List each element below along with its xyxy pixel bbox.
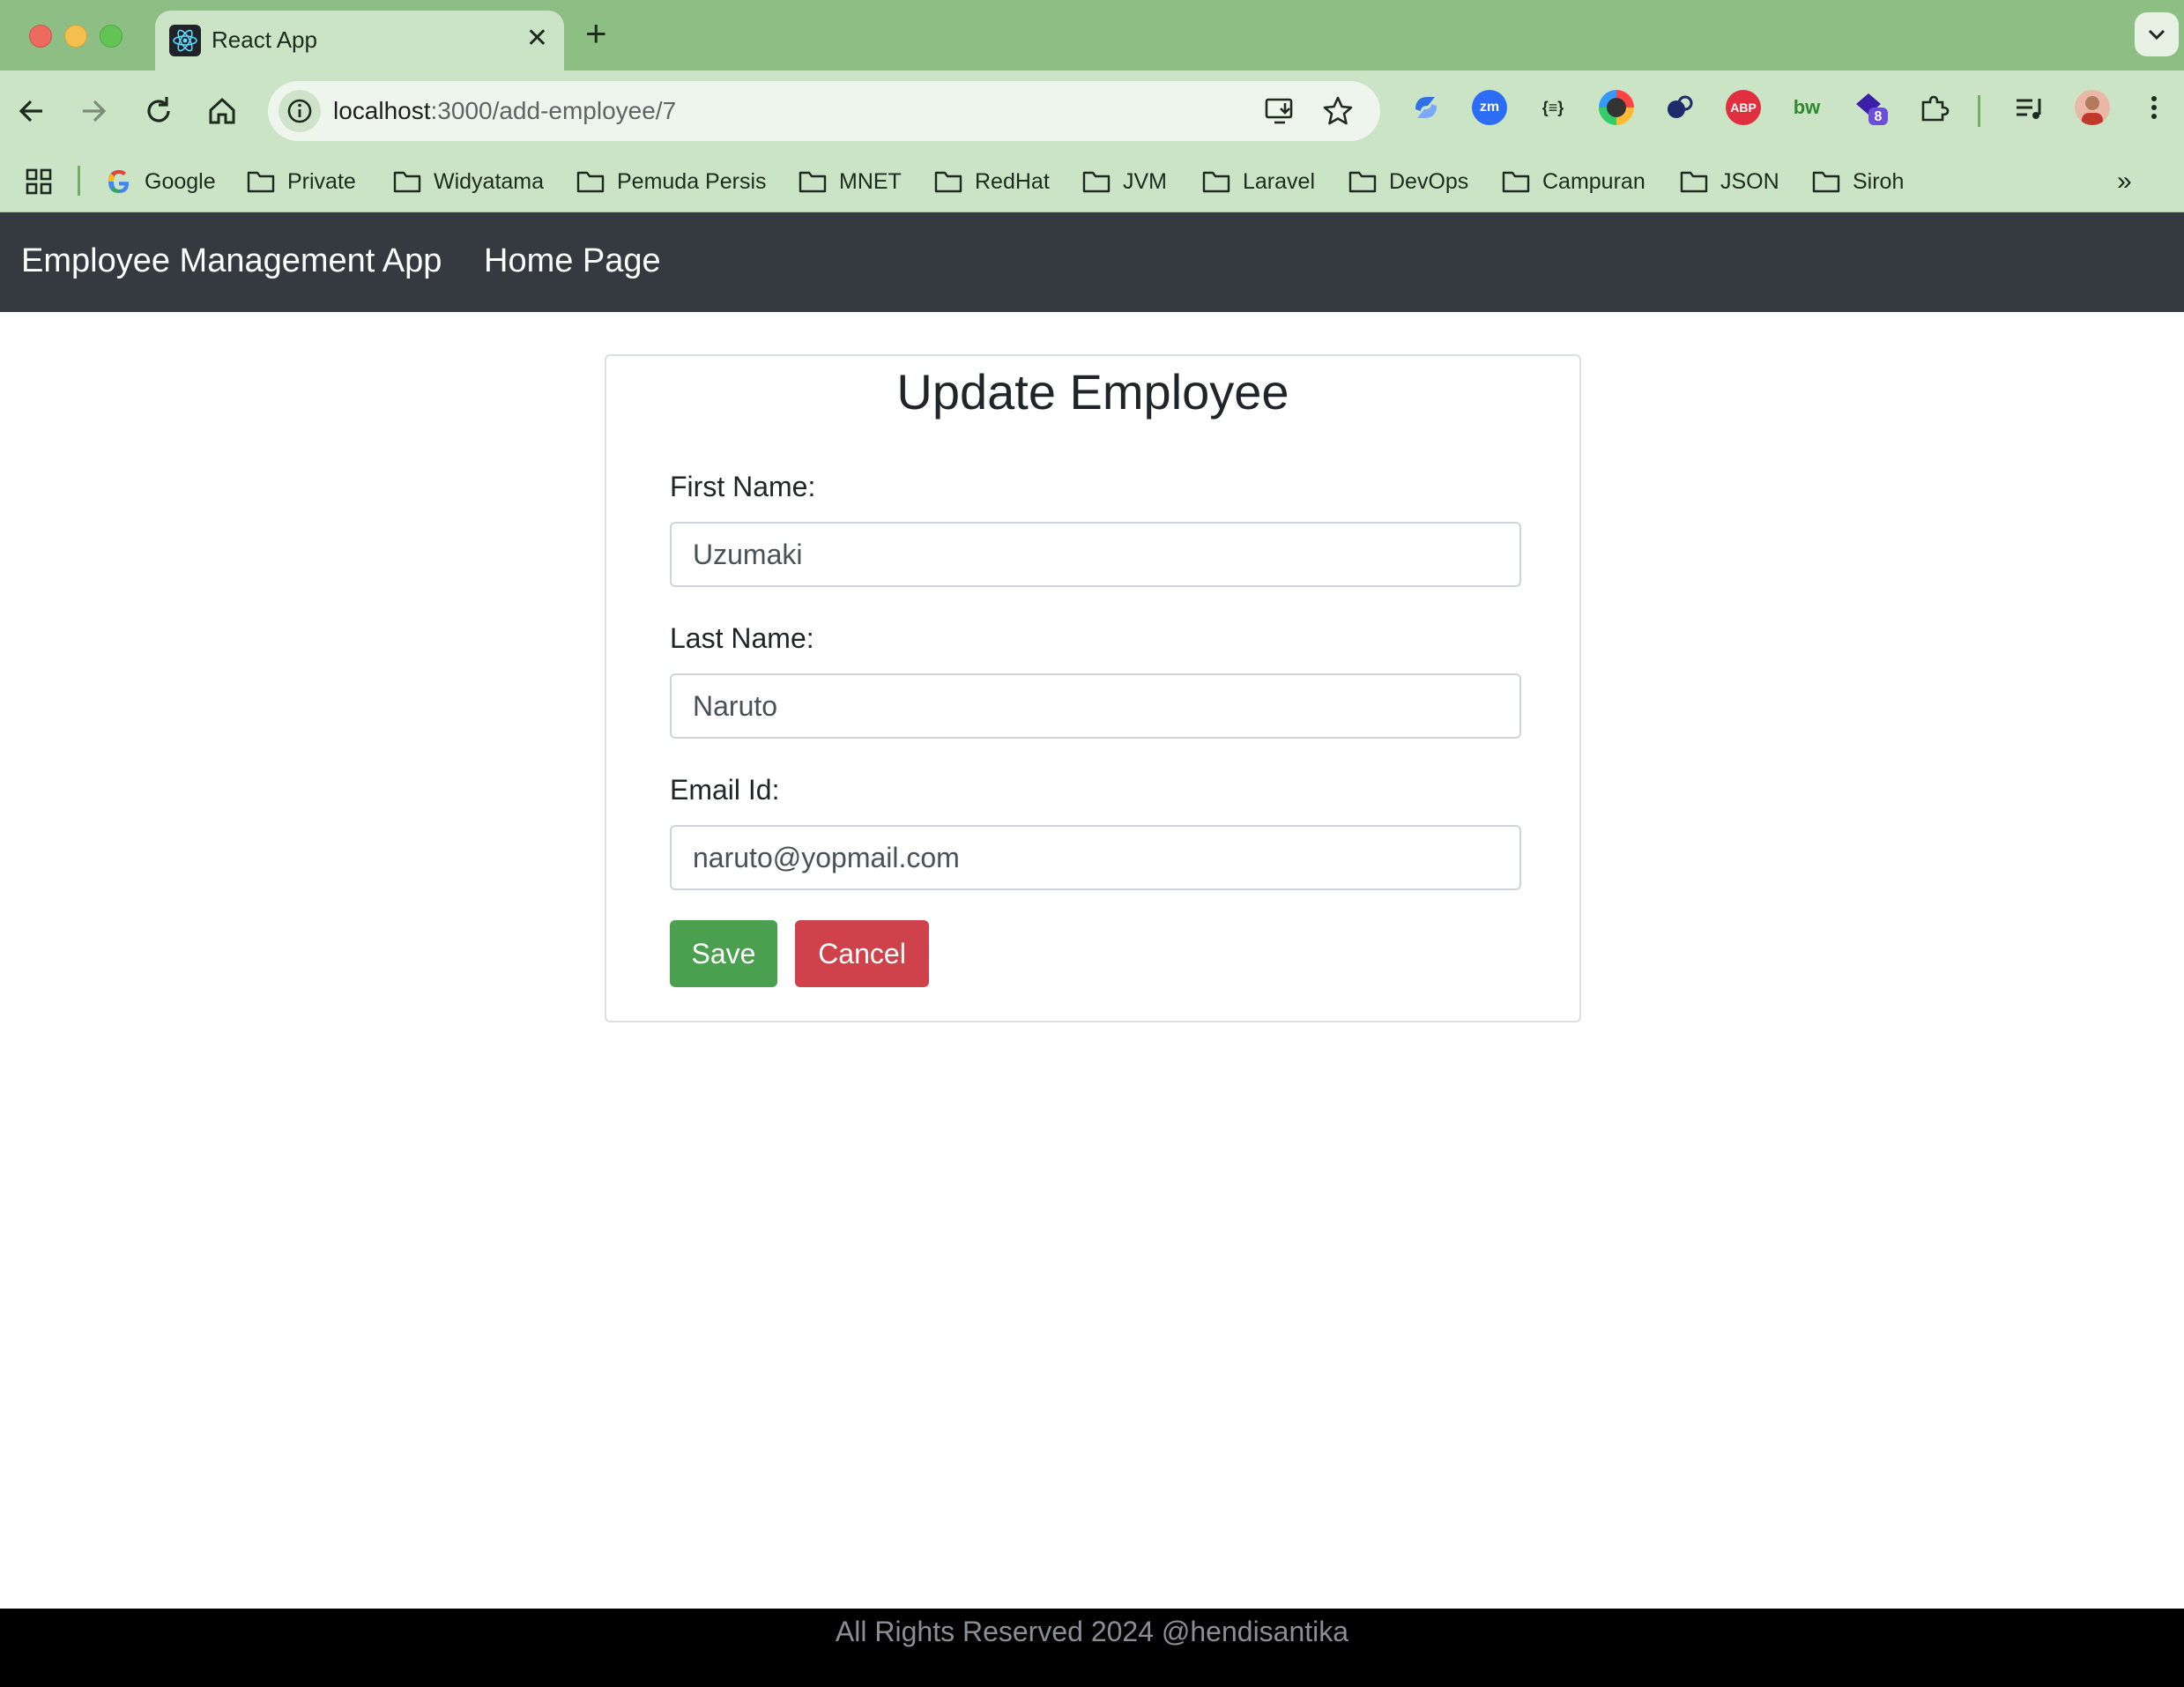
sync-icon[interactable]	[1408, 90, 1444, 125]
bookmark-jvm[interactable]: JVM	[1082, 164, 1167, 199]
folder-icon	[1812, 171, 1840, 193]
zoom-icon[interactable]: zm	[1472, 90, 1507, 125]
bookmark-label: Laravel	[1243, 168, 1315, 194]
bookmarks-divider	[78, 166, 80, 196]
folder-icon	[1680, 171, 1708, 193]
address-bar[interactable]: localhost:3000/add-employee/7	[268, 81, 1380, 141]
minimize-window-button[interactable]	[64, 25, 87, 48]
bookmark-label: Siroh	[1853, 168, 1905, 194]
home-page-link[interactable]: Home Page	[484, 242, 661, 280]
arrow-right-icon	[83, 100, 107, 123]
react-icon	[169, 25, 201, 56]
arrow-left-icon	[19, 100, 42, 123]
media-control-icon[interactable]	[2011, 90, 2047, 125]
site-info-button[interactable]	[279, 90, 321, 132]
color-picker-icon[interactable]	[1599, 90, 1634, 125]
bookmark-label: Widyatama	[434, 168, 545, 194]
folder-icon	[576, 171, 605, 193]
last-name-input[interactable]	[670, 673, 1521, 739]
cancel-button[interactable]: Cancel	[795, 920, 929, 987]
home-button[interactable]	[203, 92, 241, 130]
chevron-down-icon	[2148, 29, 2165, 41]
navbar-brand[interactable]: Employee Management App	[21, 242, 442, 280]
bookmark-label: MNET	[839, 168, 902, 194]
new-tab-button[interactable]: +	[585, 14, 607, 53]
bookmark-pemuda-persis[interactable]: Pemuda Persis	[576, 164, 767, 199]
folder-icon	[1348, 171, 1377, 193]
bookmark-label: Campuran	[1542, 168, 1645, 194]
reload-icon	[147, 97, 170, 123]
close-window-button[interactable]	[29, 25, 52, 48]
bookmark-siroh[interactable]: Siroh	[1812, 164, 1904, 199]
reload-button[interactable]	[139, 92, 178, 130]
first-name-label: First Name:	[670, 471, 816, 502]
app-navbar: Employee Management App Home Page	[0, 212, 2184, 312]
google-icon	[108, 170, 130, 193]
tab-search-button[interactable]	[2135, 12, 2179, 56]
shortcut-icon[interactable]: 8	[1853, 90, 1888, 125]
update-employee-card: Update Employee First Name: Last Name: E…	[605, 354, 1581, 1022]
folder-icon	[247, 171, 275, 193]
bookmark-devops[interactable]: DevOps	[1348, 164, 1468, 199]
toolbar-divider	[1978, 95, 1980, 127]
folder-icon	[393, 171, 421, 193]
bookmark-label: JSON	[1720, 168, 1779, 194]
kebab-menu-icon[interactable]	[2136, 90, 2172, 125]
email-label: Email Id:	[670, 774, 780, 806]
back-button[interactable]	[12, 92, 51, 130]
bookmark-star-icon[interactable]	[1322, 95, 1354, 127]
maximize-window-button[interactable]	[100, 25, 123, 48]
url-path: :3000/add-employee/7	[430, 97, 677, 124]
email-input[interactable]	[670, 825, 1521, 890]
active-tab[interactable]: React App ✕	[155, 11, 564, 71]
bookmark-mnet[interactable]: MNET	[799, 164, 902, 199]
form-title: Update Employee	[896, 364, 1289, 420]
folder-icon	[1502, 171, 1530, 193]
bookmark-label: DevOps	[1389, 168, 1469, 194]
bookmark-google[interactable]: Google	[106, 164, 216, 199]
bookmark-label: RedHat	[975, 168, 1050, 194]
adblock-icon[interactable]: ABP	[1726, 90, 1761, 125]
save-button[interactable]: Save	[670, 920, 777, 987]
bw-icon[interactable]: bw	[1789, 90, 1824, 125]
bookmark-laravel[interactable]: Laravel	[1202, 164, 1315, 199]
bookmark-redhat[interactable]: RedHat	[934, 164, 1050, 199]
bookmark-label: Google	[145, 168, 216, 194]
home-icon	[209, 97, 235, 124]
url-host: localhost	[333, 97, 431, 124]
forward-button[interactable]	[74, 92, 113, 130]
folder-icon	[934, 171, 962, 193]
extensions-puzzle-icon[interactable]	[1916, 90, 1951, 125]
tab-strip: React App ✕ +	[0, 0, 2184, 71]
footer-copyright: All Rights Reserved 2024 @hendisantika	[835, 1616, 1349, 1647]
folder-icon	[1202, 171, 1230, 193]
first-name-input[interactable]	[670, 522, 1521, 587]
bookmark-widyatama[interactable]: Widyatama	[393, 164, 544, 199]
bookmark-label: Pemuda Persis	[617, 168, 767, 194]
install-app-icon[interactable]	[1264, 95, 1296, 127]
bookmark-label: Private	[287, 168, 356, 194]
close-tab-icon[interactable]: ✕	[526, 23, 548, 55]
seo-icon[interactable]	[1662, 90, 1697, 125]
bookmark-label: JVM	[1123, 168, 1167, 194]
url-text[interactable]: localhost:3000/add-employee/7	[333, 97, 676, 125]
bookmark-campuran[interactable]: Campuran	[1502, 164, 1645, 199]
tab-title: React App	[212, 26, 317, 53]
apps-grid-icon[interactable]	[25, 164, 65, 199]
info-icon	[287, 99, 312, 123]
bookmark-json[interactable]: JSON	[1680, 164, 1779, 199]
folder-icon	[1082, 171, 1111, 193]
bookmarks-bar: Google Private Widyatama Pemuda Persis MNET R…	[0, 152, 2184, 212]
bookmark-private[interactable]: Private	[247, 164, 356, 199]
extension-badge: 8	[1875, 109, 1883, 124]
json-formatter-icon[interactable]: {≡}	[1535, 90, 1571, 125]
footer: All Rights Reserved 2024 @hendisantika	[0, 1609, 2184, 1687]
last-name-label: Last Name:	[670, 622, 814, 654]
more-bookmarks-icon[interactable]: »	[2117, 164, 2132, 199]
browser-toolbar: localhost:3000/add-employee/7 zm {≡} ABP…	[0, 71, 2184, 152]
folder-icon	[799, 171, 827, 193]
profile-avatar[interactable]	[2075, 90, 2110, 125]
